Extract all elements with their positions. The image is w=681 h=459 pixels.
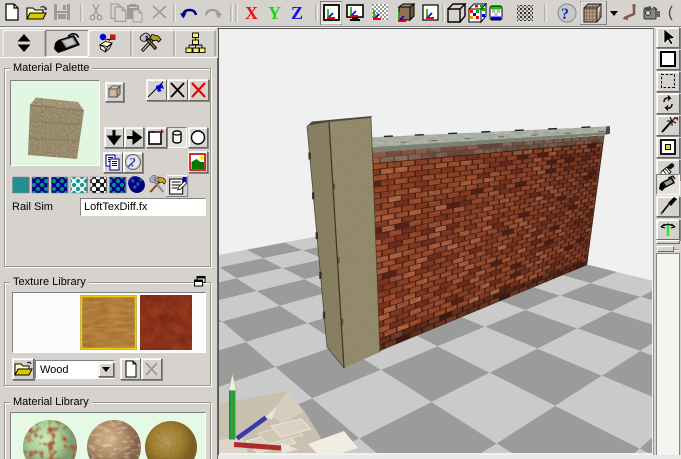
svg-text:X: X [245, 3, 258, 23]
svg-text:Y: Y [268, 3, 281, 23]
svg-text:?: ? [130, 155, 137, 170]
svg-text:?: ? [561, 6, 569, 23]
svg-text:Z: Z [291, 3, 303, 23]
